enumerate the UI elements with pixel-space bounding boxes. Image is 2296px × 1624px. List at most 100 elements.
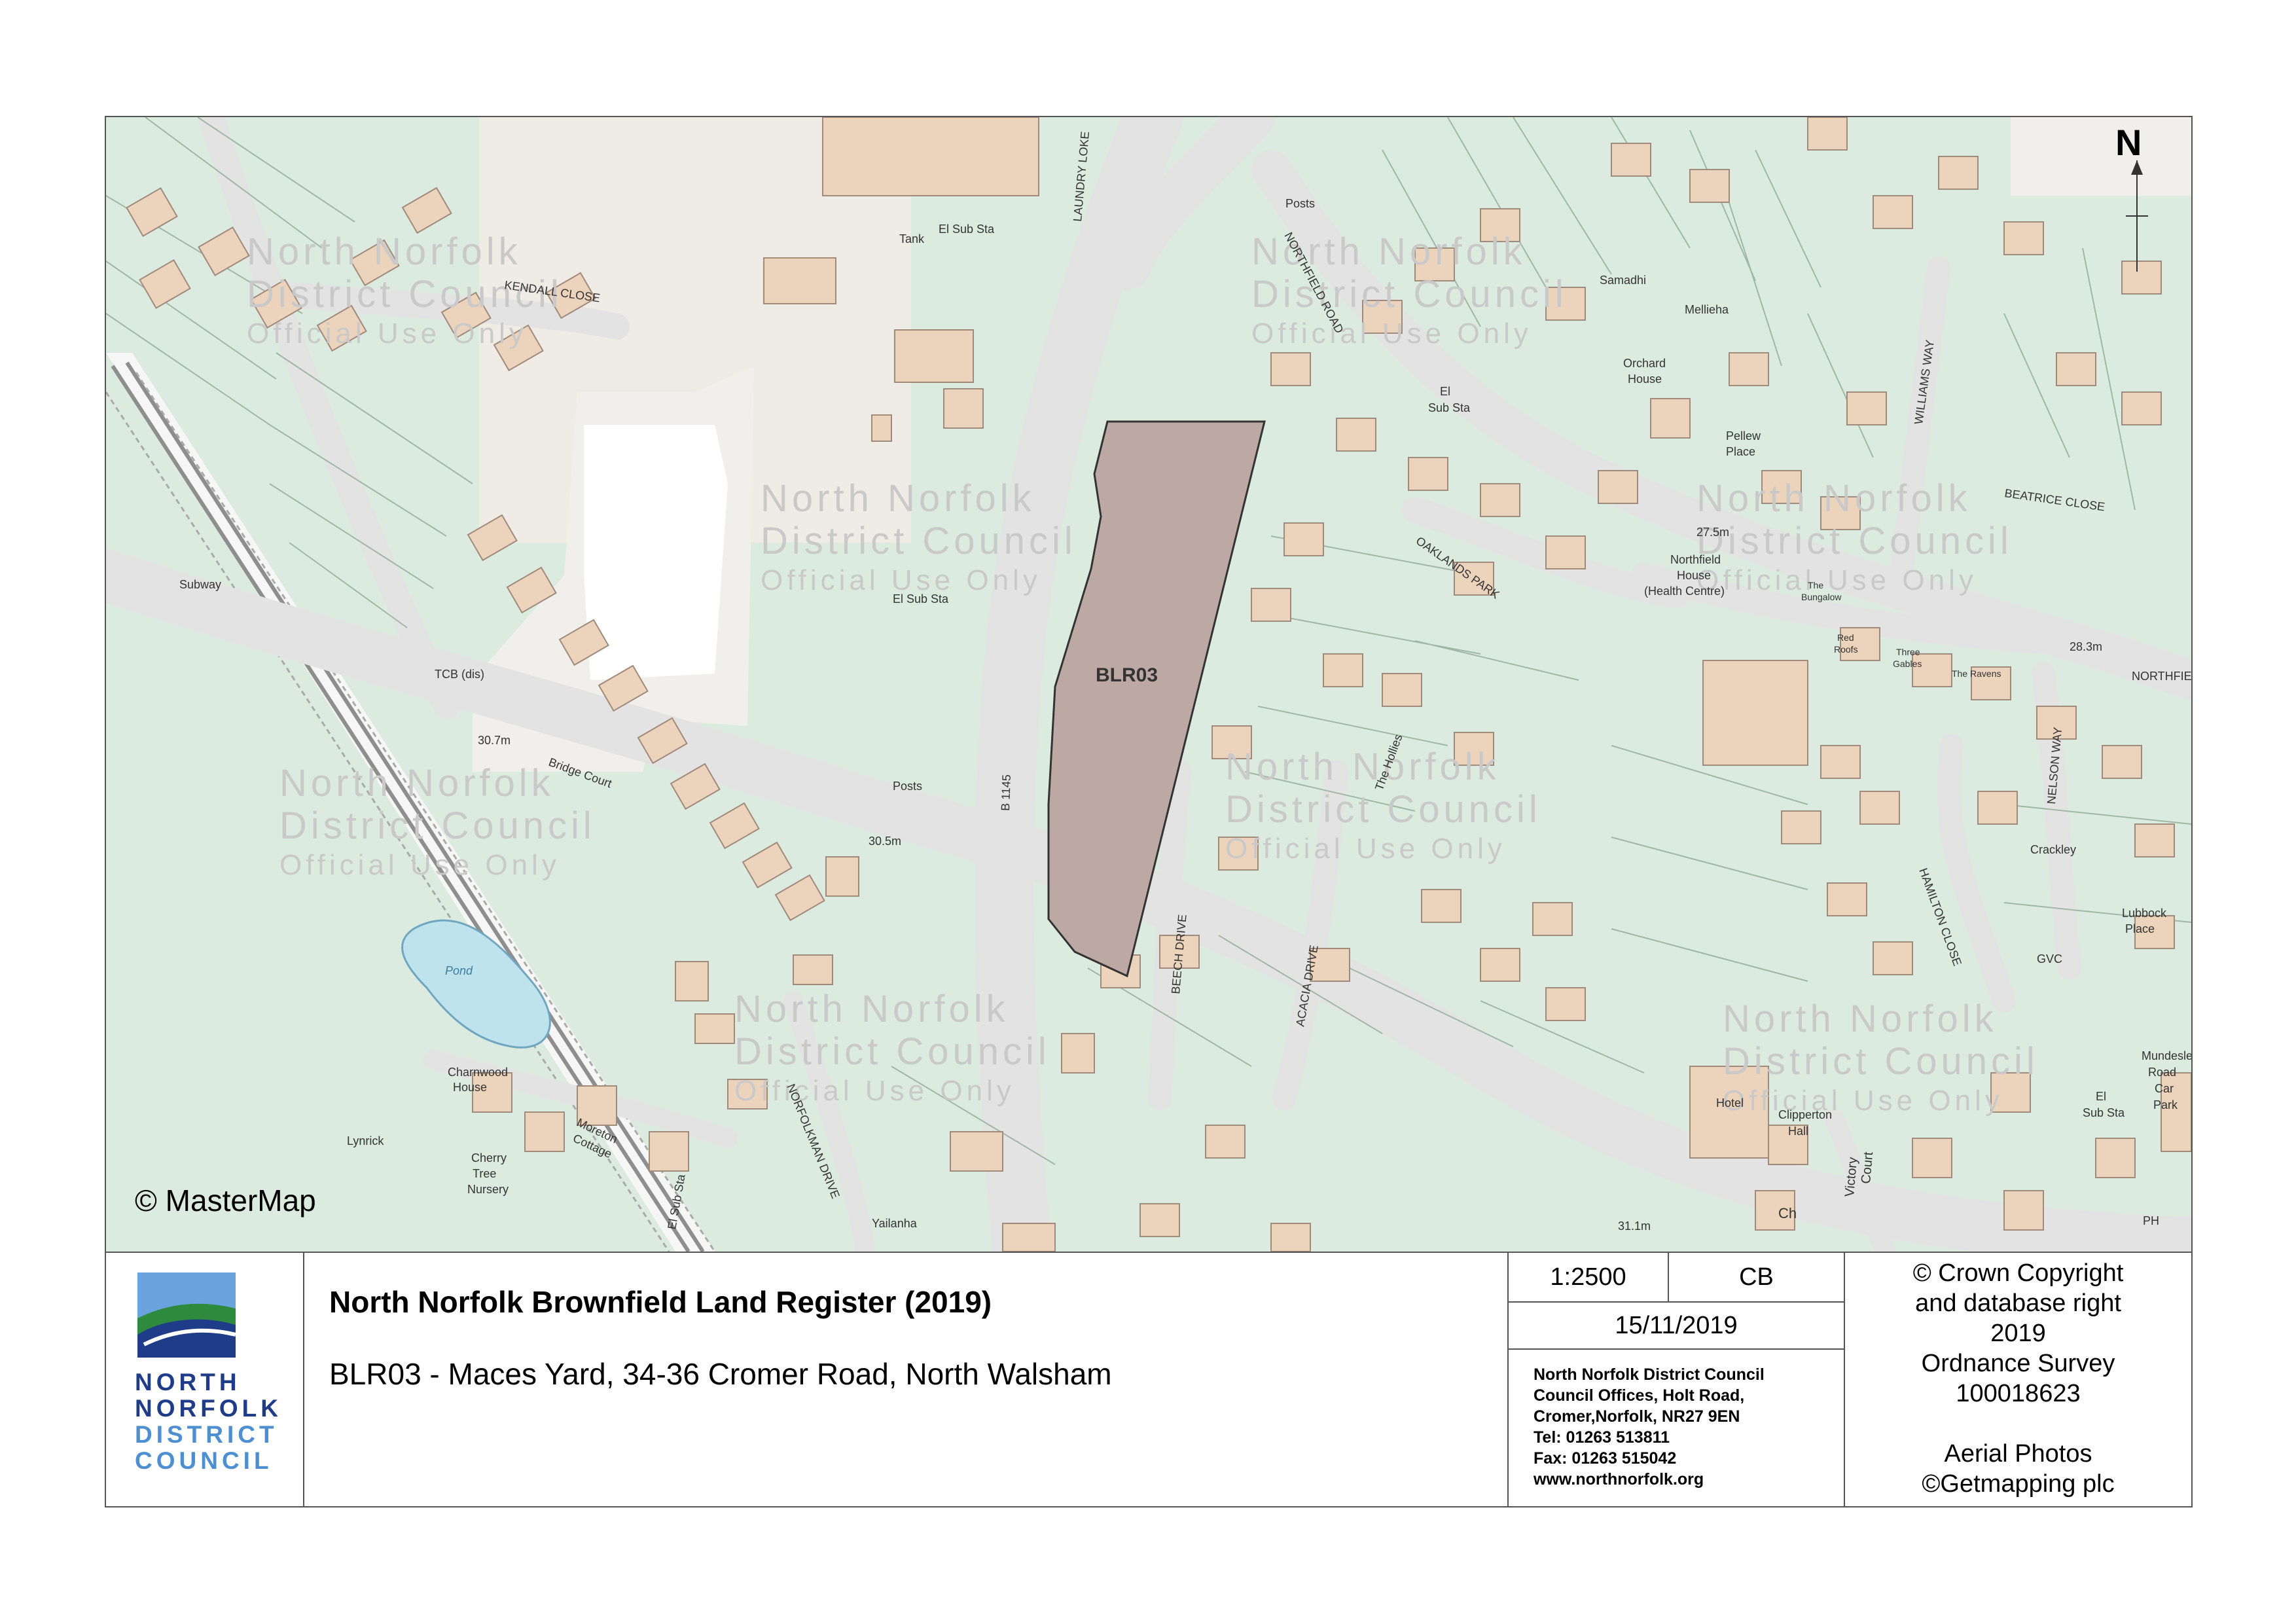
fax-line: Fax: 01263 515042 bbox=[1534, 1449, 1677, 1468]
label-samadhi: Samadhi bbox=[1600, 274, 1646, 287]
label-the-bungalow-1: The bbox=[1808, 580, 1823, 590]
warehouse bbox=[822, 117, 1039, 196]
site-label: BLR03 bbox=[1096, 664, 1158, 686]
label-subway: Subway bbox=[179, 578, 221, 591]
author-initials: CB bbox=[1669, 1253, 1844, 1303]
watermark-line-1: North Norfolk bbox=[1723, 998, 1998, 1040]
watermark-line-2: District Council bbox=[1251, 273, 1568, 316]
label-height-283: 28.3m bbox=[2070, 640, 2102, 653]
label-northfield: NORTHFIELD bbox=[2132, 670, 2191, 683]
label-pond: Pond bbox=[445, 964, 473, 977]
watermark-line-1: North Norfolk bbox=[761, 477, 1035, 520]
watermark-line-1: North Norfolk bbox=[1225, 746, 1500, 788]
phone-line: Tel: 01263 513811 bbox=[1534, 1428, 1670, 1447]
label-height-305: 30.5m bbox=[869, 835, 901, 848]
rights-line: Ordnance Survey bbox=[1921, 1350, 2115, 1377]
label-el-sub-sta-2a: El bbox=[1440, 385, 1450, 398]
label-cherry-1: Cherry bbox=[471, 1151, 507, 1164]
label-crackley: Crackley bbox=[2030, 843, 2076, 856]
watermark-line-1: North Norfolk bbox=[279, 762, 554, 804]
logo-line-norfolk: NORFOLK bbox=[135, 1395, 282, 1422]
label-mundesley-1: Mundesley bbox=[2142, 1049, 2191, 1062]
map-scale: 1:2500 bbox=[1509, 1253, 1669, 1303]
label-posts-2: Posts bbox=[893, 780, 922, 793]
watermark-line-1: North Norfolk bbox=[247, 230, 522, 273]
pond bbox=[401, 919, 551, 1049]
label-yailanha: Yailanha bbox=[872, 1217, 918, 1230]
label-orchard-house-2: House bbox=[1628, 372, 1662, 386]
watermark-line-2: District Council bbox=[1696, 520, 2013, 562]
label-mellieha: Mellieha bbox=[1685, 303, 1729, 316]
watermark-line-3: Official Use Only bbox=[1723, 1085, 2003, 1117]
label-height-311: 31.1m bbox=[1618, 1219, 1651, 1233]
label-lubbock-1: Lubbock bbox=[2122, 907, 2167, 920]
label-the-bungalow-2: Bungalow bbox=[1801, 592, 1842, 602]
rights-line: ©Getmapping plc bbox=[1922, 1470, 2115, 1498]
label-el-sub-sta: El Sub Sta bbox=[939, 223, 995, 236]
label-three-gables-1: Three bbox=[1896, 647, 1920, 657]
map-sheet: BLR03 North Norfolk District Council Off… bbox=[105, 116, 2193, 1507]
label-red-roofs-2: Roofs bbox=[1834, 644, 1858, 655]
map-svg: BLR03 North Norfolk District Council Off… bbox=[106, 117, 2191, 1252]
label-mundesley-2: Road bbox=[2148, 1066, 2176, 1079]
rights-spacer bbox=[1845, 1409, 2191, 1439]
label-lynrick: Lynrick bbox=[347, 1134, 384, 1147]
north-arrow-label: N bbox=[2115, 122, 2142, 163]
rights-line: Aerial Photos bbox=[1944, 1440, 2092, 1468]
watermark-8: North Norfolk District Council Official … bbox=[1723, 998, 2039, 1117]
label-red-roofs-1: Red bbox=[1837, 632, 1854, 643]
watermark-3: North Norfolk District Council Official … bbox=[761, 477, 1077, 596]
watermark-line-1: North Norfolk bbox=[734, 988, 1009, 1030]
label-northfield-house-2: House bbox=[1677, 569, 1711, 582]
label-lubbock-2: Place bbox=[2125, 922, 2155, 935]
label-mundesley-3: Car bbox=[2155, 1082, 2174, 1095]
logo-line-north: NORTH bbox=[135, 1369, 241, 1396]
label-height-275: 27.5m bbox=[1696, 526, 1729, 539]
watermark-line-3: Official Use Only bbox=[247, 317, 528, 350]
label-victory-2: Court bbox=[1859, 1151, 1876, 1184]
map-canvas[interactable]: BLR03 North Norfolk District Council Off… bbox=[106, 117, 2191, 1253]
label-tcb: TCB (dis) bbox=[435, 668, 484, 681]
council-logo: NORTH NORFOLK DISTRICT COUNCIL bbox=[106, 1253, 304, 1506]
website-link[interactable]: www.northnorfolk.org bbox=[1534, 1469, 1844, 1490]
label-hotel: Hotel bbox=[1716, 1096, 1744, 1110]
label-clipperton-1: Clipperton bbox=[1778, 1108, 1832, 1121]
label-charnwood-1: Charnwood bbox=[448, 1066, 508, 1079]
council-logo-icon bbox=[137, 1272, 236, 1358]
watermark-line-2: District Council bbox=[1723, 1040, 2039, 1083]
site-subtitle: BLR03 - Maces Yard, 34-36 Cromer Road, N… bbox=[329, 1357, 1112, 1391]
address-line: North Norfolk District Council bbox=[1534, 1365, 1765, 1384]
watermark-7: North Norfolk District Council Official … bbox=[734, 988, 1047, 1107]
logo-line-district: DISTRICT bbox=[135, 1421, 278, 1448]
watermark-line-2: District Council bbox=[761, 520, 1077, 562]
rights-line: 100018623 bbox=[1956, 1380, 2081, 1407]
north-arrow-tick bbox=[2126, 215, 2148, 217]
label-northfield-house-1: Northfield bbox=[1670, 553, 1721, 566]
label-orchard-house-1: Orchard bbox=[1623, 357, 1666, 370]
address-line: Cromer,Norfolk, NR27 9EN bbox=[1534, 1407, 1740, 1426]
watermark-line-2: District Council bbox=[279, 804, 596, 847]
label-el-sub-sta-2b: Sub Sta bbox=[1428, 401, 1471, 414]
label-posts: Posts bbox=[1285, 197, 1315, 210]
label-clipperton-2: Hall bbox=[1788, 1125, 1808, 1138]
label-the-ravens: The Ravens bbox=[1952, 668, 2001, 679]
label-cherry-2: Tree bbox=[473, 1167, 496, 1180]
label-northfield-house-3: (Health Centre) bbox=[1644, 585, 1725, 598]
rights-line: © Crown Copyright bbox=[1912, 1259, 2124, 1287]
rights-line: and database right bbox=[1915, 1290, 2121, 1317]
label-ch: Ch bbox=[1778, 1205, 1797, 1221]
map-date: 15/11/2019 bbox=[1509, 1303, 1844, 1350]
logo-line-council: COUNCIL bbox=[135, 1447, 273, 1474]
label-gvc: GVC bbox=[2037, 952, 2062, 965]
title-panel: North Norfolk Brownfield Land Register (… bbox=[304, 1253, 1509, 1506]
label-b1145: B 1145 bbox=[999, 774, 1013, 811]
label-height-307: 30.7m bbox=[478, 734, 511, 747]
page-title: North Norfolk Brownfield Land Register (… bbox=[329, 1285, 992, 1319]
watermark-line-2: District Council bbox=[1225, 788, 1541, 831]
label-el-sub-sta-5b: Sub Sta bbox=[2083, 1106, 2125, 1119]
address-line: Council Offices, Holt Road, bbox=[1534, 1386, 1745, 1405]
label-ph: PH bbox=[2143, 1214, 2159, 1227]
label-cherry-3: Nursery bbox=[467, 1183, 509, 1196]
title-block: NORTH NORFOLK DISTRICT COUNCIL North Nor… bbox=[106, 1253, 2191, 1506]
watermark-line-1: North Norfolk bbox=[1696, 477, 1971, 520]
